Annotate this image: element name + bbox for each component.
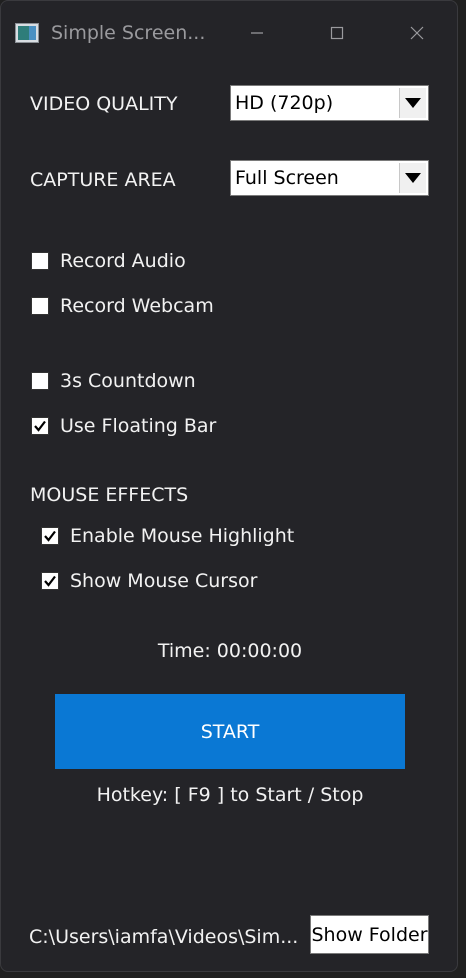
maximize-button[interactable] (317, 17, 357, 49)
checkmark-icon (44, 575, 56, 587)
close-icon (410, 26, 424, 40)
capture-area-label: CAPTURE AREA (30, 169, 176, 191)
mouse-effects-heading: MOUSE EFFECTS (30, 484, 189, 506)
video-quality-select[interactable]: HD (720p) (230, 85, 429, 121)
minimize-button[interactable] (237, 17, 277, 49)
maximize-icon (330, 26, 344, 40)
mouse-cursor-label[interactable]: Show Mouse Cursor (70, 570, 257, 592)
countdown-checkbox[interactable] (31, 372, 49, 390)
floating-bar-label[interactable]: Use Floating Bar (60, 415, 216, 437)
record-audio-checkbox[interactable] (31, 252, 49, 270)
checkmark-icon (34, 420, 46, 432)
video-quality-value: HD (720p) (235, 92, 334, 114)
floating-bar-checkbox[interactable] (31, 417, 49, 435)
app-icon (15, 23, 39, 43)
video-quality-label: VIDEO QUALITY (30, 93, 178, 115)
show-folder-button[interactable]: Show Folder (310, 915, 429, 954)
app-window: Simple Screen... VIDEO QUALITY HD (720p) (0, 0, 458, 972)
title-bar[interactable]: Simple Screen... (1, 1, 457, 59)
timer-display: Time: 00:00:00 (157, 640, 303, 662)
output-path: C:\Users\iamfa\Videos\Sim... (29, 926, 299, 948)
checkmark-icon (44, 530, 56, 542)
capture-area-dropdown-button[interactable] (399, 163, 426, 193)
record-webcam-checkbox[interactable] (31, 297, 49, 315)
hotkey-hint: Hotkey: [ F9 ] to Start / Stop (96, 784, 364, 806)
countdown-label[interactable]: 3s Countdown (60, 370, 196, 392)
mouse-highlight-label[interactable]: Enable Mouse Highlight (70, 525, 294, 547)
capture-area-select[interactable]: Full Screen (230, 160, 429, 196)
start-button[interactable]: START (55, 694, 405, 769)
minimize-icon (251, 32, 263, 34)
record-audio-label[interactable]: Record Audio (60, 250, 186, 272)
mouse-cursor-checkbox[interactable] (41, 572, 59, 590)
video-quality-dropdown-button[interactable] (399, 88, 426, 118)
mouse-highlight-checkbox[interactable] (41, 527, 59, 545)
close-button[interactable] (397, 17, 437, 49)
chevron-down-icon (405, 173, 421, 183)
capture-area-value: Full Screen (235, 167, 339, 189)
record-webcam-label[interactable]: Record Webcam (60, 295, 214, 317)
chevron-down-icon (405, 98, 421, 108)
window-title: Simple Screen... (51, 22, 206, 44)
